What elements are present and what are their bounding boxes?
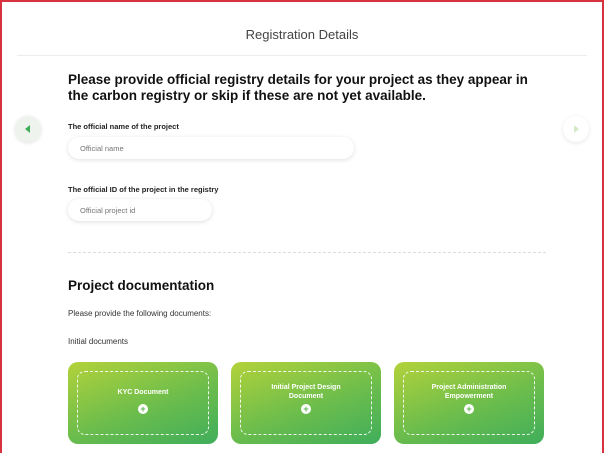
page-title: Registration Details <box>245 27 359 42</box>
chevron-left-icon <box>25 125 30 133</box>
next-step-button[interactable] <box>563 116 589 142</box>
official-id-label: The official ID of the project in the re… <box>68 185 219 194</box>
document-label: Project Administration Empowerment <box>431 384 507 400</box>
documentation-title: Project documentation <box>68 278 215 293</box>
initial-documents-label: Initial documents <box>68 337 129 346</box>
section-divider <box>68 252 546 253</box>
initial-project-design-document-upload-card[interactable]: Initial Project Design Document + <box>231 362 381 444</box>
plus-icon: + <box>138 404 148 414</box>
chevron-right-icon <box>574 125 579 133</box>
previous-step-button[interactable] <box>15 116 41 142</box>
official-id-input[interactable] <box>68 199 212 221</box>
document-label: Initial Project Design Document <box>271 384 341 400</box>
project-administration-empowerment-upload-card[interactable]: Project Administration Empowerment + <box>394 362 544 444</box>
registry-intro-text: Please provide official registry details… <box>68 72 528 103</box>
documentation-subtitle: Please provide the following documents: <box>68 309 212 318</box>
kyc-document-upload-card[interactable]: KYC Document + <box>68 362 218 444</box>
plus-icon: + <box>301 404 311 414</box>
official-name-input[interactable] <box>68 137 354 159</box>
plus-icon: + <box>464 404 474 414</box>
page-frame: Registration Details Please provide offi… <box>0 0 604 453</box>
document-label: KYC Document <box>117 389 169 396</box>
upload-dropzone <box>77 371 209 435</box>
upload-dropzone <box>240 371 372 435</box>
official-name-label: The official name of the project <box>68 122 179 131</box>
header-divider <box>17 55 587 56</box>
upload-dropzone <box>403 371 535 435</box>
